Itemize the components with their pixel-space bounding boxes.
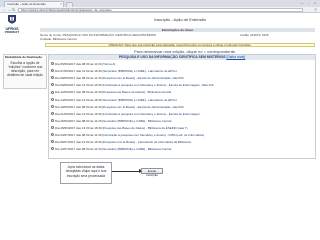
edition-row[interactable]: Dia 26/06/2017 das 08:30 às 11:30 [Semin… — [51, 119, 313, 123]
browser-toolbar: ← → ↻ https://www1.ufrgs.br/ExtensaoPubl… — [0, 7, 320, 13]
edition-date: Dia 08/06/2017 das 08:30 às 11:30 — [55, 76, 102, 81]
edition-description: [Pesquisa nas Bases de Dados] - Bibliote… — [102, 90, 172, 95]
back-arrow-icon[interactable]: ← — [2, 7, 6, 13]
attention-notice: ATENÇÃO: Para que sua inscrição seja efe… — [45, 43, 315, 47]
edition-date: Dia 05/06/2017 das 08:30 às 11:30 — [55, 62, 102, 66]
edition-date: Dia 21/06/2017 das 13:30 às 16:30 — [55, 111, 102, 116]
submit-button[interactable]: Enviar Inscrição — [141, 168, 163, 177]
modality-panel: Modalidade de Realização Escolha a opção… — [3, 54, 47, 89]
address-bar[interactable]: https://www1.ufrgs.br/ExtensaoPublico/In… — [18, 8, 303, 12]
edition-description: [Pesquisa com E-Books] - Laboratório de … — [102, 140, 191, 145]
edition-date: Dia 10/07/2017 das 08:30 às 11:30 — [55, 147, 102, 152]
unit-line: Unidade: Biblioteca Central — [40, 37, 77, 41]
edition-description: [Pesquisa com E-Books] - Escola de Admin… — [102, 76, 184, 81]
edition-description: [Turma A] — [102, 62, 116, 66]
edition-radio[interactable] — [51, 62, 54, 66]
edition-radio[interactable] — [51, 140, 54, 144]
edition-radio[interactable] — [51, 133, 54, 137]
edition-row[interactable]: Dia 05/07/2017 das 13:30 às 16:30 [Pesqu… — [51, 140, 313, 144]
edition-description: [Seminário (BIBPROE) e UABE] - Bibliotec… — [102, 147, 172, 152]
edition-description: [Seminário (BIBPROE) e UABE] - Laboratór… — [102, 69, 177, 74]
edition-description: [Pesquisa nas Bases de Dados] - Bibliote… — [102, 125, 188, 130]
edition-radio[interactable] — [51, 76, 54, 80]
window-controls[interactable]: — ▫ × — [301, 1, 318, 5]
edition-date: Dia 07/06/2017 das 13:30 às 16:30 — [55, 69, 102, 74]
event-title: PESQUISA E USO DA INFORMAÇÃO CIENTÍFICA … — [118, 55, 226, 59]
edition-radio[interactable] — [51, 97, 54, 101]
edition-radio[interactable] — [51, 69, 54, 73]
edition-row[interactable]: Dia 09/06/2017 das 13:30 às 16:30 [Intro… — [51, 83, 313, 87]
edition-row[interactable]: Dia 28/06/2017 das 13:30 às 16:30 [Pesqu… — [51, 126, 313, 130]
edition-row[interactable]: Dia 10/07/2017 das 08:30 às 11:30 [Semin… — [51, 147, 313, 151]
edition-row[interactable]: Dia 07/06/2017 das 13:30 às 16:30 [Semin… — [51, 69, 313, 73]
user-id-line: Cartão UFRGS: 5445 — [240, 33, 269, 37]
event-table-header: PESQUISA E USO DA INFORMAÇÃO CIENTÍFICA … — [49, 55, 315, 60]
edition-date: Dia 19/06/2017 das 08:30 às 11:30 — [55, 104, 102, 109]
edition-row[interactable]: Dia 08/06/2017 das 08:30 às 11:30 [Pesqu… — [51, 76, 313, 80]
edition-description: [Seminário (BIBPROE) e UABE] - Laboratór… — [102, 97, 177, 102]
edition-row[interactable]: Dia 21/06/2017 das 13:30 às 16:30 [Intro… — [51, 112, 313, 116]
modality-panel-text: Escolha a opção de "edições" conforme su… — [7, 61, 43, 78]
edition-radio[interactable] — [51, 111, 54, 115]
edition-radio[interactable] — [51, 118, 54, 122]
edition-date: Dia 03/07/2017 das 08:30 às 11:30 — [55, 133, 102, 137]
edition-radio[interactable] — [51, 126, 54, 130]
edition-radio[interactable] — [51, 104, 54, 108]
edition-row[interactable]: Dia 14/06/2017 das 13:30 às 16:30 [Semin… — [51, 98, 313, 102]
edition-radio[interactable] — [51, 90, 54, 94]
forward-arrow-icon[interactable]: → — [7, 7, 11, 13]
edition-row[interactable]: Dia 12/06/2017 das 08:30 às 11:30 [Pesqu… — [51, 90, 313, 94]
instruction-callout: Após selecionar as datas desejadas cliqu… — [60, 162, 112, 184]
ufrgs-logo: UFRGS PROREXT — [4, 14, 20, 34]
edition-row[interactable]: Dia 03/07/2017 das 08:30 às 11:30 [Intro… — [51, 133, 313, 137]
browser-tab-strip: Inscrição - Ação de Extensão × — ▫ × — [0, 0, 320, 7]
callout-arrow — [112, 171, 140, 172]
edition-description: [Pesquisa com E-Books] - Escola de Admin… — [102, 104, 184, 109]
edition-row[interactable]: Dia 05/06/2017 das 08:30 às 11:30 [Turma… — [51, 62, 313, 66]
edition-row[interactable]: Dia 19/06/2017 das 08:30 às 11:30 [Pesqu… — [51, 105, 313, 109]
edition-date: Dia 09/06/2017 das 13:30 às 16:30 — [55, 83, 102, 88]
browser-menu-icon[interactable]: ≡ — [315, 7, 317, 13]
ufrgs-emblem-icon — [8, 15, 16, 24]
edition-date: Dia 28/06/2017 das 13:30 às 16:30 — [55, 125, 102, 130]
edition-description: [Seminário (BIBPROE) e UABE] - Bibliotec… — [102, 118, 172, 123]
event-editions-table: PESQUISA E USO DA INFORMAÇÃO CIENTÍFICA … — [48, 54, 316, 159]
edition-date: Dia 14/06/2017 das 13:30 às 16:30 — [55, 97, 102, 102]
edition-date: Dia 26/06/2017 das 08:30 às 11:30 — [55, 118, 102, 123]
edition-date: Dia 05/07/2017 das 13:30 às 16:30 — [55, 140, 102, 145]
edition-date: Dia 12/06/2017 das 08:30 às 11:30 — [55, 90, 102, 95]
user-info-header: Informações do Aluno — [40, 28, 315, 32]
edition-radio[interactable] — [51, 83, 54, 87]
page-title: Inscrição - Ação de Extensão — [154, 17, 206, 22]
logo-subtitle: PROREXT — [4, 30, 20, 34]
edition-description: [Introdução à pesquisa com Mendeley e Zo… — [102, 111, 200, 116]
edition-radio[interactable] — [51, 147, 54, 151]
more-info-link[interactable]: [Saiba mais] — [226, 55, 245, 59]
edition-description: [Introdução à pesquisa com Mendeley e Zo… — [102, 83, 214, 88]
reload-icon[interactable]: ↻ — [12, 7, 15, 13]
browser-tab-title: Inscrição - Ação de Extensão — [7, 2, 46, 6]
modality-panel-title: Modalidade de Realização — [5, 55, 43, 59]
edition-description: [Introdução à pesquisa com Mendeley e Zo… — [102, 133, 205, 137]
